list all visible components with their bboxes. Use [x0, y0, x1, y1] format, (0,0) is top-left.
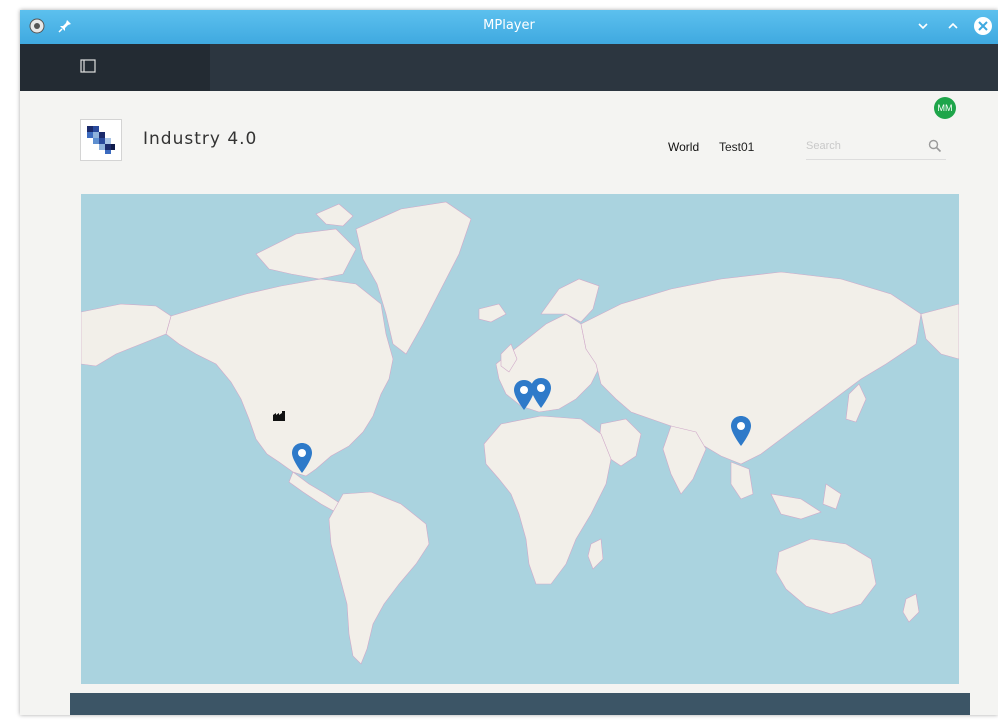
search-icon[interactable] — [928, 138, 942, 153]
north-america-landmass — [165, 278, 394, 477]
scandinavia-landmass — [540, 278, 600, 323]
user-avatar[interactable]: MM — [934, 97, 956, 119]
south-america-landmass — [328, 491, 430, 665]
marker-china[interactable] — [731, 416, 751, 446]
industry-logo — [80, 119, 122, 161]
close-icon[interactable] — [972, 15, 994, 37]
search-input[interactable] — [806, 133, 946, 160]
mplayer-window: MPlayer MM Industry 4.0 World Test01 Sea… — [20, 10, 998, 715]
app-toolbar — [20, 44, 998, 91]
sidebar-toggle-icon[interactable] — [80, 59, 98, 75]
window-titlebar[interactable]: MPlayer — [20, 10, 998, 44]
brand-title: Industry 4.0 — [143, 129, 258, 149]
marker-mexico[interactable] — [292, 443, 312, 473]
footer-bar — [70, 693, 970, 715]
marker-europe-east[interactable] — [531, 378, 551, 408]
australia-landmass — [775, 538, 877, 615]
nav-link-world[interactable]: World — [668, 140, 699, 154]
maximize-icon[interactable] — [942, 15, 964, 37]
arctic-islands — [255, 228, 357, 280]
page-content: MM Industry 4.0 World Test01 — [20, 91, 998, 715]
window-title: MPlayer — [483, 18, 535, 33]
sidebar-toggle-area[interactable] — [20, 44, 210, 91]
marker-usa-factory[interactable] — [272, 410, 286, 422]
world-map[interactable] — [81, 194, 959, 684]
nav-link-test01[interactable]: Test01 — [719, 140, 754, 154]
alaska-landmass — [81, 303, 172, 367]
japan-landmass — [845, 383, 867, 423]
minimize-icon[interactable] — [912, 15, 934, 37]
